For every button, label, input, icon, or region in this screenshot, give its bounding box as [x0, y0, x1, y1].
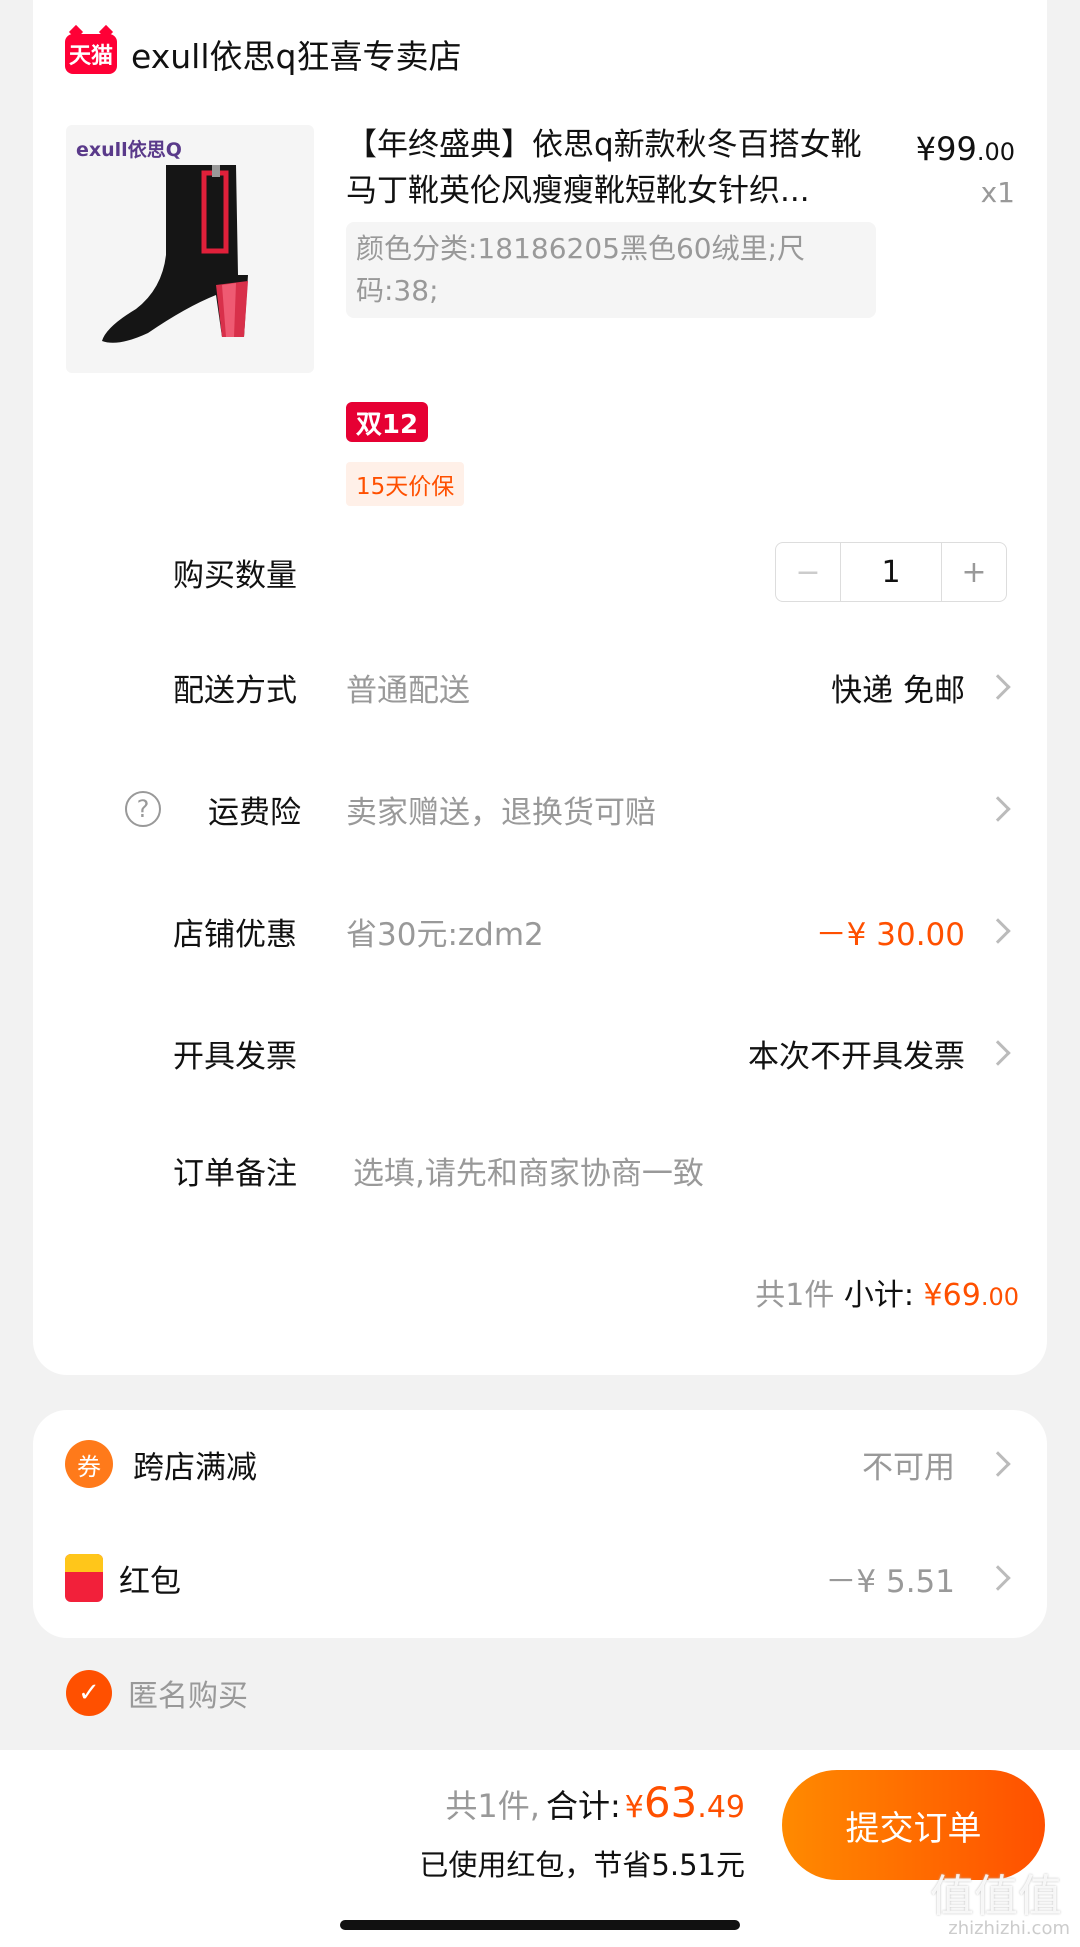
price-symbol: ¥ [915, 130, 937, 168]
store-discount-row[interactable]: 店铺优惠 省30元:zdm2 －¥ 30.00 [33, 901, 1047, 961]
ankle-boot-image [102, 165, 248, 343]
product-price: ¥99.00 [916, 130, 1015, 168]
total-label: 合计: [545, 1787, 621, 1825]
price-column: ¥99.00 x1 [916, 130, 1015, 209]
product-title[interactable]: 【年终盛典】依思q新款秋冬百搭女靴马丁靴英伦风瘦瘦靴短靴女针织... [346, 122, 886, 214]
subtotal-label: 小计: [843, 1278, 914, 1313]
product-quantity: x1 [980, 176, 1015, 209]
chevron-right-icon [985, 1040, 1011, 1066]
quantity-value[interactable]: 1 [841, 543, 941, 601]
price-dec: .00 [976, 138, 1015, 166]
delivery-method: 快递 免邮 [831, 672, 965, 709]
product-sku[interactable]: 颜色分类:18186205黑色60绒里;尺码:38; [346, 222, 876, 318]
delivery-value: 普通配送 [346, 672, 470, 709]
total-dec: .49 [697, 1790, 745, 1825]
quantity-plus-button[interactable]: + [941, 543, 1006, 601]
anonymous-purchase[interactable]: ✓ 匿名购买 [66, 1670, 248, 1716]
double-12-tag: 双12 [346, 402, 428, 442]
delivery-row[interactable]: 配送方式 普通配送 快递 免邮 [33, 657, 1047, 717]
invoice-row[interactable]: 开具发票 本次不开具发票 [33, 1023, 1047, 1083]
insurance-row[interactable]: ? 运费险 卖家赠送，退换货可赔 [33, 779, 1047, 839]
chevron-right-icon [985, 1451, 1011, 1477]
cross-store-row[interactable]: 券 跨店满减 不可用 [33, 1434, 1047, 1494]
delivery-label: 配送方式 [173, 672, 297, 709]
total-symbol: ¥ [624, 1790, 644, 1825]
store-discount-value: 省30元:zdm2 [346, 916, 544, 953]
chevron-right-icon [985, 918, 1011, 944]
price-int: 99 [936, 130, 977, 168]
invoice-label: 开具发票 [173, 1038, 297, 1075]
promo-card: 券 跨店满减 不可用 红包 －¥ 5.51 [33, 1410, 1047, 1638]
subtotal: 共1件 小计: ¥69.00 [755, 1270, 1019, 1314]
red-packet-label: 红包 [119, 1563, 181, 1600]
watermark-url: zhizhizhi.com [948, 1918, 1070, 1939]
store-header[interactable]: 天猫 exull依思q狂喜专卖店 [65, 30, 461, 78]
order-card: 天猫 exull依思q狂喜专卖店 exull依思Q 【年终盛典】依思q新款秋冬百… [33, 0, 1047, 1375]
product-image-brand: exull依思Q [76, 139, 182, 161]
check-icon[interactable]: ✓ [66, 1670, 112, 1716]
price-protect-tag: 15天价保 [346, 462, 465, 506]
store-discount-label: 店铺优惠 [173, 916, 297, 953]
help-circle-icon[interactable]: ? [125, 791, 161, 827]
total-count: 共1件, [445, 1787, 540, 1825]
subtotal-dec: .00 [980, 1283, 1019, 1311]
home-indicator[interactable] [340, 1920, 740, 1930]
cross-store-value: 不可用 [862, 1449, 955, 1486]
quantity-row: 购买数量 − 1 + [33, 542, 1047, 602]
store-name[interactable]: exull依思q狂喜专卖店 [131, 30, 461, 78]
subtotal-amount: ¥69.00 [924, 1278, 1019, 1313]
note-row: 订单备注 选填,请先和商家协商一致 [33, 1140, 1047, 1200]
store-discount-amount: －¥ 30.00 [815, 916, 965, 953]
insurance-value: 卖家赠送，退换货可赔 [346, 794, 656, 831]
note-input[interactable]: 选填,请先和商家协商一致 [353, 1148, 704, 1193]
quantity-label: 购买数量 [173, 557, 297, 594]
coupon-icon: 券 [65, 1440, 113, 1488]
chevron-right-icon [985, 796, 1011, 822]
chevron-right-icon [985, 1565, 1011, 1591]
product-image[interactable]: exull依思Q [66, 125, 314, 373]
subtotal-count: 共1件 [755, 1278, 835, 1313]
anonymous-label: 匿名购买 [128, 1679, 248, 1714]
chevron-right-icon [985, 674, 1011, 700]
quantity-minus-button[interactable]: − [776, 543, 841, 601]
insurance-label: 运费险 [208, 794, 301, 831]
invoice-value: 本次不开具发票 [748, 1038, 965, 1075]
total-amount: ¥63.49 [625, 1778, 745, 1827]
red-packet-value: －¥ 5.51 [825, 1563, 955, 1600]
tmall-logo: 天猫 [65, 34, 117, 74]
red-packet-row[interactable]: 红包 －¥ 5.51 [33, 1548, 1047, 1608]
cross-store-label: 跨店满减 [133, 1449, 257, 1486]
total-int: 63 [643, 1778, 698, 1827]
quantity-stepper[interactable]: − 1 + [775, 542, 1007, 602]
savings-text: 已使用红包，节省5.51元 [419, 1848, 745, 1882]
subtotal-symbol: ¥ [923, 1278, 943, 1313]
red-packet-icon [65, 1554, 103, 1602]
note-label: 订单备注 [173, 1155, 297, 1192]
total-line: 共1件, 合计: ¥63.49 [445, 1778, 745, 1827]
subtotal-int: 69 [942, 1278, 981, 1313]
watermark: 值值值 [930, 1871, 1062, 1922]
checkout-footer: 共1件, 合计: ¥63.49 已使用红包，节省5.51元 提交订单 值值值 z… [0, 1750, 1080, 1947]
